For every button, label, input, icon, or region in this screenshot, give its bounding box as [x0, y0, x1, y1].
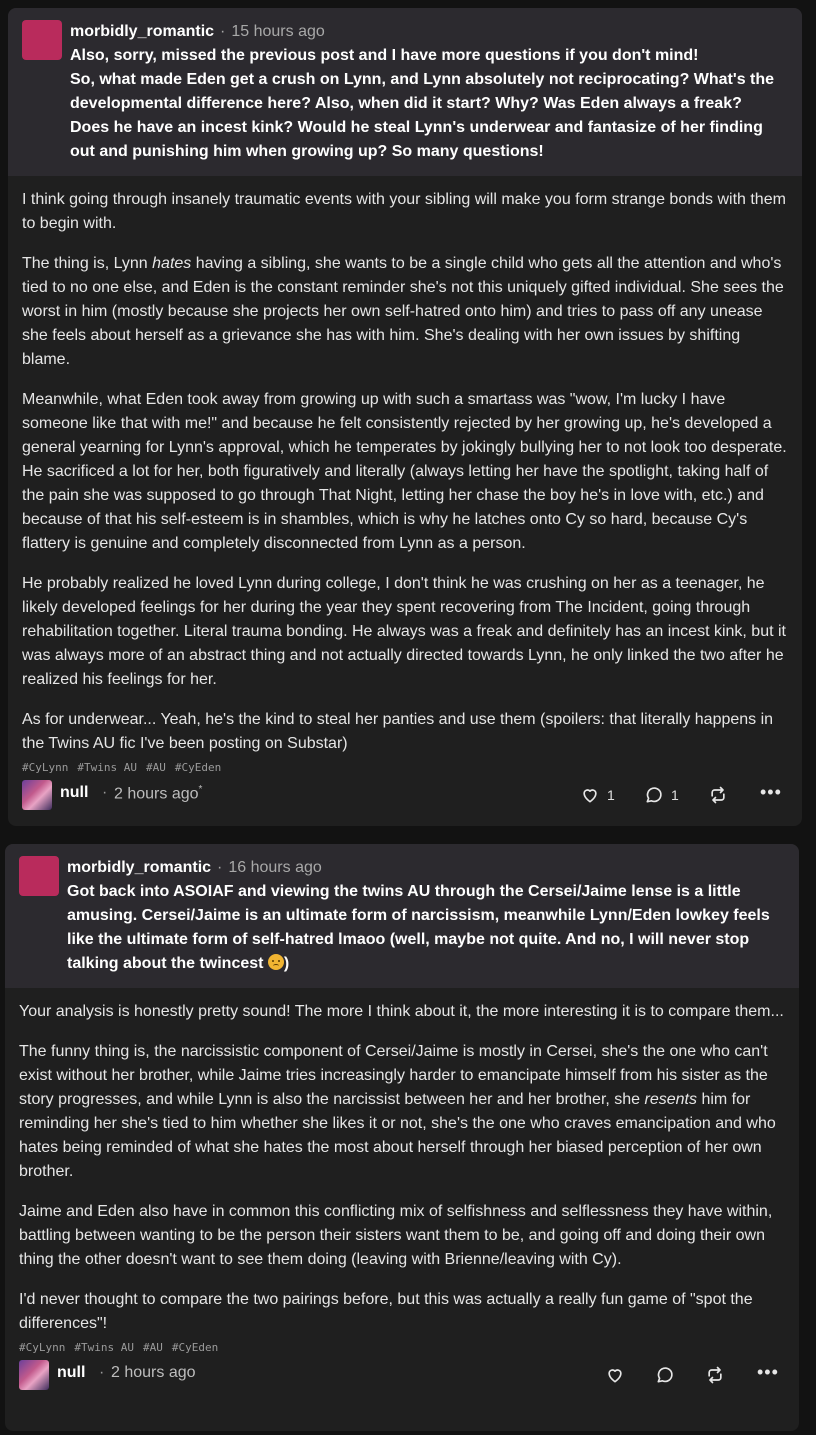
answer-paragraph: The thing is, Lynn hates having a siblin… — [22, 255, 784, 368]
separator-dot: · — [217, 859, 223, 876]
ask-timestamp: 16 hours ago — [228, 859, 322, 876]
post-card: morbidly_romantic · 15 hours ago Also, sor… — [8, 8, 802, 826]
heart-icon — [608, 1369, 622, 1383]
tag-list: #CyLynn #Twins AU #AU #CyEden — [8, 760, 802, 776]
ask-text: Got back into ASOIAF and viewing the twi… — [67, 880, 781, 976]
tag-list: #CyLynn #Twins AU #AU #CyEden — [5, 1340, 799, 1356]
answer-paragraph: I think going through insanely traumatic… — [22, 191, 786, 232]
ask-block: morbidly_romantic · 15 hours ago Also, sor… — [8, 8, 802, 176]
answer-body: Your analysis is honestly pretty sound! … — [5, 988, 799, 1336]
ask-header: morbidly_romantic · 16 hours ago — [67, 856, 781, 880]
asker-avatar[interactable] — [22, 20, 62, 60]
replier-username[interactable]: null — [60, 784, 88, 802]
replier-avatar[interactable] — [19, 1360, 49, 1390]
reply-time-text: 2 hours ago — [114, 785, 199, 803]
tag[interactable]: #CyLynn — [22, 761, 68, 774]
more-options-button[interactable]: ••• — [757, 1361, 779, 1383]
answer-paragraph: He probably realized he loved Lynn durin… — [22, 575, 786, 688]
edited-mark: * — [198, 784, 203, 795]
ask-block: morbidly_romantic · 16 hours ago Got back … — [5, 844, 799, 988]
answer-paragraph: I'd never thought to compare the two pai… — [19, 1291, 753, 1332]
tag[interactable]: #AU — [146, 761, 166, 774]
tag[interactable]: #CyEden — [172, 1341, 218, 1354]
tag[interactable]: #Twins AU — [77, 761, 137, 774]
emphasis: resents — [644, 1091, 697, 1108]
separator-dot: · — [102, 784, 108, 801]
more-options-button[interactable]: ••• — [760, 781, 782, 803]
ask-line: Also, sorry, missed the previous post an… — [70, 47, 699, 64]
like-button[interactable]: 1 — [580, 784, 615, 806]
replier-avatar[interactable] — [22, 780, 52, 810]
asker-username[interactable]: morbidly_romantic — [67, 859, 211, 876]
comment-button[interactable]: 1 — [644, 784, 679, 806]
reblog-icon — [708, 1366, 722, 1384]
tag[interactable]: #AU — [143, 1341, 163, 1354]
replier-username[interactable]: null — [57, 1364, 85, 1382]
reblog-button[interactable] — [708, 784, 728, 806]
comment-count: 1 — [671, 787, 679, 803]
reply-timestamp: 2 hours ago — [111, 1364, 196, 1381]
answer-paragraph: Meanwhile, what Eden took away from grow… — [22, 391, 787, 552]
ask-close: ) — [283, 955, 290, 972]
post-footer: null · 2 hours ago ••• — [5, 1356, 799, 1396]
comment-button[interactable] — [655, 1364, 675, 1386]
post-footer: null · 2 hours ago* 1 1 ••• — [8, 776, 802, 816]
answer-paragraph: As for underwear... Yeah, he's the kind … — [22, 711, 774, 752]
tag[interactable]: #CyLynn — [19, 1341, 65, 1354]
reblog-button[interactable] — [705, 1364, 725, 1386]
like-count: 1 — [607, 787, 615, 803]
ask-text: Also, sorry, missed the previous post an… — [70, 44, 784, 164]
answer-paragraph: Your analysis is honestly pretty sound! … — [19, 1003, 784, 1020]
answer-body: I think going through insanely traumatic… — [8, 176, 802, 756]
ask-line: So, what made Eden get a crush on Lynn, … — [70, 71, 775, 160]
answer-paragraph: Jaime and Eden also have in common this … — [19, 1203, 773, 1268]
separator-dot: · — [99, 1364, 105, 1381]
tag[interactable]: #Twins AU — [74, 1341, 134, 1354]
ask-line: Got back into ASOIAF and viewing the twi… — [67, 883, 770, 972]
disappointed-face-icon — [267, 954, 284, 970]
post-card: morbidly_romantic · 16 hours ago Got back … — [5, 844, 799, 1431]
answer-paragraph: The funny thing is, the narcissistic com… — [19, 1043, 776, 1180]
ask-timestamp: 15 hours ago — [231, 23, 325, 40]
emphasis: hates — [152, 255, 192, 272]
heart-icon — [583, 789, 597, 803]
tag[interactable]: #CyEden — [175, 761, 221, 774]
like-button[interactable] — [605, 1364, 625, 1386]
reblog-icon — [711, 786, 725, 804]
comment-icon — [646, 787, 662, 803]
ask-header: morbidly_romantic · 15 hours ago — [70, 20, 784, 44]
comment-icon — [657, 1367, 673, 1383]
separator-dot: · — [220, 23, 226, 40]
reply-timestamp: 2 hours ago* — [114, 784, 202, 803]
asker-avatar[interactable] — [19, 856, 59, 896]
asker-username[interactable]: morbidly_romantic — [70, 23, 214, 40]
